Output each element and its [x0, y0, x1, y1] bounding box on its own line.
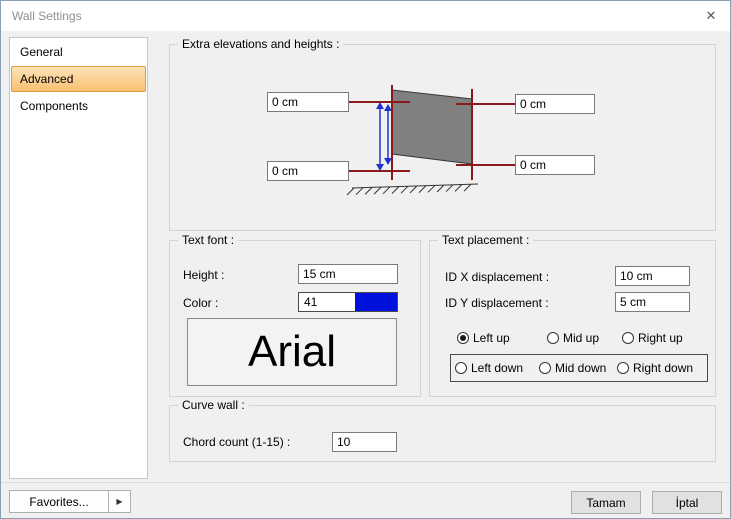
radio-dot: [547, 332, 559, 344]
radio-label: Left up: [473, 331, 510, 345]
wall-shape: [392, 90, 472, 164]
wall-elevation-diagram: [170, 45, 715, 230]
footer-divider: [1, 482, 730, 483]
group-curve-wall-title: Curve wall :: [178, 398, 249, 412]
radio-right-up[interactable]: Right up: [622, 331, 683, 345]
settings-nav: General Advanced Components: [9, 37, 148, 479]
font-preview-button[interactable]: Arial: [187, 318, 397, 386]
nav-item-label: Advanced: [20, 72, 73, 86]
radio-left-up[interactable]: Left up: [457, 331, 510, 345]
arrow-right-icon: ▶: [116, 497, 122, 506]
font-color-picker[interactable]: 41: [298, 292, 398, 312]
group-curve-wall: Curve wall : Chord count (1-15) :: [169, 405, 716, 462]
radio-dot: [455, 362, 467, 374]
id-x-displacement-input[interactable]: [615, 266, 690, 286]
radio-dot: [457, 332, 469, 344]
id-y-displacement-input[interactable]: [615, 292, 690, 312]
ok-button[interactable]: Tamam: [571, 491, 641, 514]
radio-label: Left down: [471, 361, 523, 375]
id-x-displacement-label: ID X displacement :: [445, 270, 549, 284]
font-color-swatch: [355, 293, 397, 311]
radio-mid-down[interactable]: Mid down: [539, 361, 606, 375]
radio-label: Right down: [633, 361, 693, 375]
group-text-font: Text font : Height : Color : 41 Arial: [169, 240, 421, 397]
radio-dot: [622, 332, 634, 344]
ground-hatch: [347, 184, 478, 195]
radio-right-down[interactable]: Right down: [617, 361, 693, 375]
chord-count-label: Chord count (1-15) :: [183, 435, 290, 449]
group-text-placement-title: Text placement :: [438, 233, 533, 247]
group-text-placement: Text placement : ID X displacement : ID …: [429, 240, 716, 397]
radio-dot: [617, 362, 629, 374]
favorites-button[interactable]: Favorites...: [9, 490, 109, 513]
favorites-menu-button[interactable]: ▶: [109, 490, 131, 513]
group-text-font-title: Text font :: [178, 233, 238, 247]
elevation-bottom-left-input[interactable]: [267, 161, 349, 181]
cancel-button-label: İptal: [676, 496, 699, 510]
favorites-label: Favorites...: [29, 495, 88, 509]
group-extra-elevations: Extra elevations and heights :: [169, 44, 716, 231]
nav-item-general[interactable]: General: [11, 39, 146, 65]
title-bar: Wall Settings ✕: [1, 1, 730, 31]
elevation-bottom-right-input[interactable]: [515, 155, 595, 175]
radio-down-frame: Left down Mid down Right down: [450, 354, 708, 382]
font-color-number: 41: [299, 293, 355, 311]
favorites-split-button: Favorites... ▶: [9, 490, 131, 513]
radio-label: Mid down: [555, 361, 606, 375]
elevation-lines: [349, 85, 515, 180]
dimension-arrows: [376, 102, 392, 171]
cancel-button[interactable]: İptal: [652, 491, 722, 514]
nav-item-components[interactable]: Components: [11, 93, 146, 119]
elevation-top-left-input[interactable]: [267, 92, 349, 112]
radio-label: Right up: [638, 331, 683, 345]
font-height-label: Height :: [183, 268, 224, 282]
ok-button-label: Tamam: [586, 496, 625, 510]
font-height-input[interactable]: [298, 264, 398, 284]
wall-settings-dialog: Wall Settings ✕ General Advanced Compone…: [0, 0, 731, 519]
chord-count-input[interactable]: [332, 432, 397, 452]
font-preview-text: Arial: [248, 327, 336, 377]
group-extra-elevations-title: Extra elevations and heights :: [178, 37, 343, 51]
close-icon[interactable]: ✕: [701, 6, 721, 26]
radio-left-down[interactable]: Left down: [455, 361, 523, 375]
radio-label: Mid up: [563, 331, 599, 345]
id-y-displacement-label: ID Y displacement :: [445, 296, 549, 310]
radio-mid-up[interactable]: Mid up: [547, 331, 599, 345]
radio-dot: [539, 362, 551, 374]
nav-item-advanced[interactable]: Advanced: [11, 66, 146, 92]
elevation-top-right-input[interactable]: [515, 94, 595, 114]
window-title: Wall Settings: [12, 9, 82, 23]
nav-item-label: General: [20, 45, 63, 59]
font-color-label: Color :: [183, 296, 218, 310]
nav-item-label: Components: [20, 99, 88, 113]
